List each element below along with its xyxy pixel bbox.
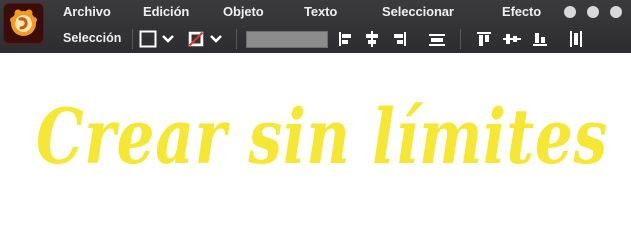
align-right-icon: [394, 32, 406, 46]
stroke-swatch-icon: [139, 30, 157, 48]
align-left-icon: [339, 32, 351, 46]
align-left-button[interactable]: [338, 29, 354, 49]
align-center-vertical-button[interactable]: [503, 29, 521, 49]
menu-objeto[interactable]: Objeto: [223, 4, 264, 19]
menu-bar: Archivo Edición Objeto Texto Seleccionar…: [50, 0, 631, 24]
chevron-down-icon: [210, 35, 222, 43]
window-maximize-button[interactable]: [587, 6, 599, 18]
fill-swatch-button[interactable]: [187, 29, 205, 49]
menu-texto[interactable]: Texto: [304, 4, 337, 19]
align-center-horizontal-button[interactable]: [364, 29, 380, 49]
toolbar-divider: [460, 29, 461, 49]
window-close-button[interactable]: [610, 6, 622, 18]
app-logo-icon: [10, 9, 37, 36]
menu-edicion[interactable]: Edición: [143, 4, 189, 19]
control-bar: Selección: [50, 26, 631, 53]
align-bottom-icon: [533, 33, 547, 46]
distribute-vertical-icon: [570, 31, 582, 47]
align-right-button[interactable]: [391, 29, 407, 49]
align-top-button[interactable]: [476, 29, 492, 49]
window-minimize-button[interactable]: [564, 6, 576, 18]
fill-dropdown-button[interactable]: [208, 29, 224, 49]
opacity-field[interactable]: [246, 31, 328, 48]
distribute-vertical-button[interactable]: [568, 29, 584, 49]
distribute-horizontal-button[interactable]: [428, 29, 446, 49]
toolbar-divider: [236, 29, 237, 49]
selection-label: Selección: [63, 31, 122, 45]
menu-seleccionar[interactable]: Seleccionar: [382, 4, 454, 19]
align-bottom-button[interactable]: [532, 29, 548, 49]
app-toolbar: Archivo Edición Objeto Texto Seleccionar…: [0, 0, 631, 53]
distribute-horizontal-icon: [429, 34, 445, 46]
menu-archivo[interactable]: Archivo: [63, 4, 111, 19]
chevron-down-icon: [162, 35, 174, 43]
align-center-horizontal-icon: [366, 31, 378, 47]
stroke-swatch-button[interactable]: [138, 29, 158, 49]
fill-none-swatch-icon: [188, 31, 204, 47]
toolbar-divider: [132, 29, 133, 49]
canvas-headline-text[interactable]: Crear sin límites: [36, 92, 608, 181]
align-top-icon: [477, 32, 491, 46]
app-logo[interactable]: [3, 3, 44, 44]
canvas-text-art: Crear sin límites: [36, 92, 608, 181]
menu-efecto[interactable]: Efecto: [502, 4, 541, 19]
drawing-canvas[interactable]: Crear sin límites: [0, 53, 631, 222]
align-center-vertical-icon: [503, 34, 521, 44]
stroke-dropdown-button[interactable]: [160, 29, 176, 49]
